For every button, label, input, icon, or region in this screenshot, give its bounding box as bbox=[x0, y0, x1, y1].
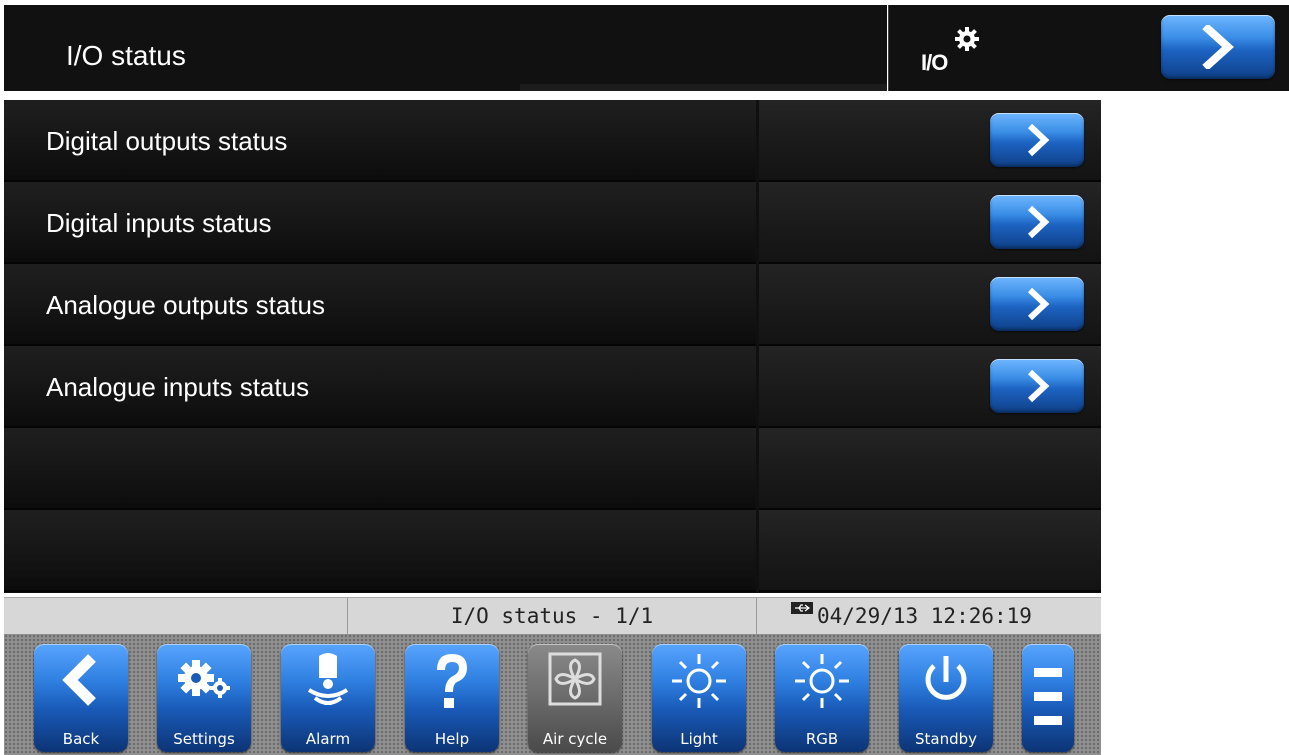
list-item-empty bbox=[4, 510, 1101, 592]
status-bar: I/O status - 1/1 04/29/13 12:26:19 bbox=[4, 597, 1101, 634]
rgb-label: RGB bbox=[805, 730, 839, 748]
power-icon bbox=[925, 656, 967, 700]
list-item-analogue-inputs[interactable]: Analogue inputs status bbox=[4, 346, 1101, 428]
status-segment-page: I/O status - 1/1 bbox=[348, 598, 757, 634]
io-menu-list: Digital outputs status Digital inputs st… bbox=[4, 100, 1101, 593]
gear-icon bbox=[955, 27, 979, 51]
chevron-right-icon bbox=[1027, 123, 1050, 157]
chevron-right-icon bbox=[1027, 369, 1050, 403]
help-label: Help bbox=[434, 730, 470, 748]
back-label: Back bbox=[62, 730, 100, 748]
page-title: I/O status bbox=[66, 40, 186, 71]
question-icon bbox=[437, 654, 467, 708]
sun-icon bbox=[672, 654, 726, 708]
status-segment-time: 04/29/13 12:26:19 bbox=[757, 598, 1101, 634]
chevron-right-icon bbox=[1202, 25, 1234, 69]
open-analogue-outputs-button[interactable] bbox=[990, 277, 1084, 331]
air-cycle-button[interactable]: Air cycle bbox=[528, 644, 622, 752]
air-cycle-label: Air cycle bbox=[542, 730, 608, 748]
standby-button[interactable]: Standby bbox=[899, 644, 993, 752]
datetime: 04/29/13 12:26:19 bbox=[817, 604, 1032, 628]
io-label: I/O bbox=[921, 50, 948, 75]
alarm-label: Alarm bbox=[305, 730, 351, 748]
settings-label: Settings bbox=[173, 730, 235, 748]
settings-button[interactable]: Settings bbox=[157, 644, 251, 752]
header: I/O status I/O bbox=[0, 0, 1289, 94]
sun-icon bbox=[795, 654, 849, 708]
menu-icon bbox=[1034, 668, 1062, 725]
chevron-right-icon bbox=[1027, 205, 1050, 239]
help-button[interactable]: Help bbox=[405, 644, 499, 752]
open-analogue-inputs-button[interactable] bbox=[990, 359, 1084, 413]
alarm-button[interactable]: Alarm bbox=[281, 644, 375, 752]
status-segment-empty bbox=[4, 598, 348, 634]
title-underline bbox=[520, 84, 887, 91]
back-chevron-icon bbox=[62, 654, 96, 706]
list-item-label: Analogue inputs status bbox=[46, 372, 310, 402]
fan-icon bbox=[548, 652, 602, 706]
list-item-digital-outputs[interactable]: Digital outputs status bbox=[4, 100, 1101, 182]
list-item-empty bbox=[4, 428, 1101, 510]
standby-label: Standby bbox=[914, 730, 978, 748]
bell-icon bbox=[307, 653, 349, 705]
list-item-label: Digital inputs status bbox=[46, 208, 272, 238]
list-item-digital-inputs[interactable]: Digital inputs status bbox=[4, 182, 1101, 264]
open-digital-inputs-button[interactable] bbox=[990, 195, 1084, 249]
list-item-label: Analogue outputs status bbox=[46, 290, 325, 320]
list-item-label: Digital outputs status bbox=[46, 126, 288, 156]
usb-icon bbox=[791, 602, 813, 614]
rgb-button[interactable]: RGB bbox=[775, 644, 869, 752]
chevron-right-icon bbox=[1027, 287, 1050, 321]
menu-button[interactable] bbox=[1022, 644, 1074, 752]
open-digital-outputs-button[interactable] bbox=[990, 113, 1084, 167]
next-page-button[interactable] bbox=[1161, 15, 1275, 79]
list-item-analogue-outputs[interactable]: Analogue outputs status bbox=[4, 264, 1101, 346]
light-button[interactable]: Light bbox=[652, 644, 746, 752]
gears-icon bbox=[178, 660, 230, 698]
bottom-toolbar: Back Settings Alarm Help Air cycle Light… bbox=[4, 634, 1101, 755]
back-button[interactable]: Back bbox=[34, 644, 128, 752]
page-indicator: I/O status - 1/1 bbox=[450, 604, 654, 628]
light-label: Light bbox=[680, 730, 718, 748]
